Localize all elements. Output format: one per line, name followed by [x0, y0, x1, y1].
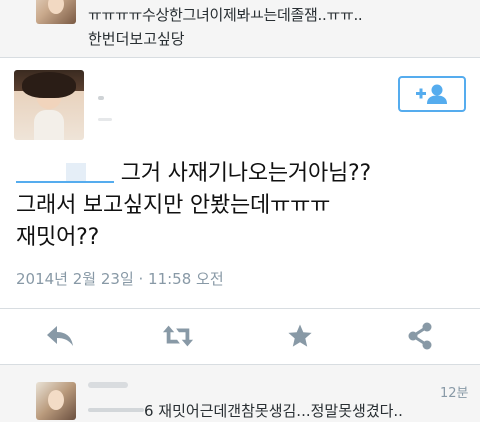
divider: [0, 364, 480, 365]
tweet-text-fragment: 6 재밋어근데갠참못생김...정말못생겼다..: [144, 402, 403, 420]
share-icon: [408, 322, 432, 350]
reply-icon: [47, 326, 73, 346]
redacted-mention-link[interactable]: [88, 408, 144, 412]
add-user-icon: [416, 84, 447, 104]
tweet-time: 12분: [440, 386, 469, 401]
redacted-user-handle: [98, 118, 112, 121]
avatar[interactable]: [36, 0, 76, 24]
retweet-button[interactable]: [162, 320, 194, 352]
redacted-mention-link[interactable]: [16, 163, 114, 183]
tweet-text-line: 재밋어??: [16, 225, 100, 250]
tweet-text-line: 6 재밋어근데갠참못생김...정말못생겼다..: [88, 400, 403, 421]
previous-tweet[interactable]: ㅠㅠㅠㅠ수상한그녀이제봐ㅛ는데졸잼..ㅠㅠ.. 한번더보고싶당: [0, 0, 480, 56]
tweet-text-fragment: 그거 사재기나오는거아님??: [114, 161, 371, 186]
avatar[interactable]: [14, 70, 84, 140]
avatar[interactable]: [36, 382, 76, 420]
follow-button[interactable]: [398, 76, 466, 112]
divider: [0, 308, 480, 309]
tweet-actions: [0, 310, 480, 362]
favorite-button[interactable]: [284, 320, 316, 352]
tweet-text-line: 그래서 보고싶지만 안봤는데ㅠㅠㅠ: [16, 193, 331, 218]
share-button[interactable]: [404, 320, 436, 352]
retweet-icon: [162, 325, 194, 347]
tweet-timestamp[interactable]: 2014년 2월 23일 · 11:58 오전: [16, 268, 224, 289]
tweet-text-line: ㅠㅠㅠㅠ수상한그녀이제봐ㅛ는데졸잼..ㅠㅠ..: [88, 6, 363, 24]
next-tweet[interactable]: 12분 6 재밋어근데갠참못생김...정말못생겼다..: [0, 366, 480, 422]
focused-tweet: 그거 사재기나오는거아님?? 그래서 보고싶지만 안봤는데ㅠㅠㅠ 재밋어?? 2…: [0, 58, 480, 364]
tweet-text-line: 한번더보고싶당: [88, 30, 185, 48]
tweet-text: 그거 사재기나오는거아님?? 그래서 보고싶지만 안봤는데ㅠㅠㅠ 재밋어??: [16, 158, 466, 254]
star-icon: [288, 324, 312, 347]
redacted-user-name: [98, 96, 104, 100]
reply-button[interactable]: [44, 320, 76, 352]
tweet-text-line: 그거 사재기나오는거아님??: [16, 158, 466, 190]
redacted-user-name: [88, 382, 128, 388]
